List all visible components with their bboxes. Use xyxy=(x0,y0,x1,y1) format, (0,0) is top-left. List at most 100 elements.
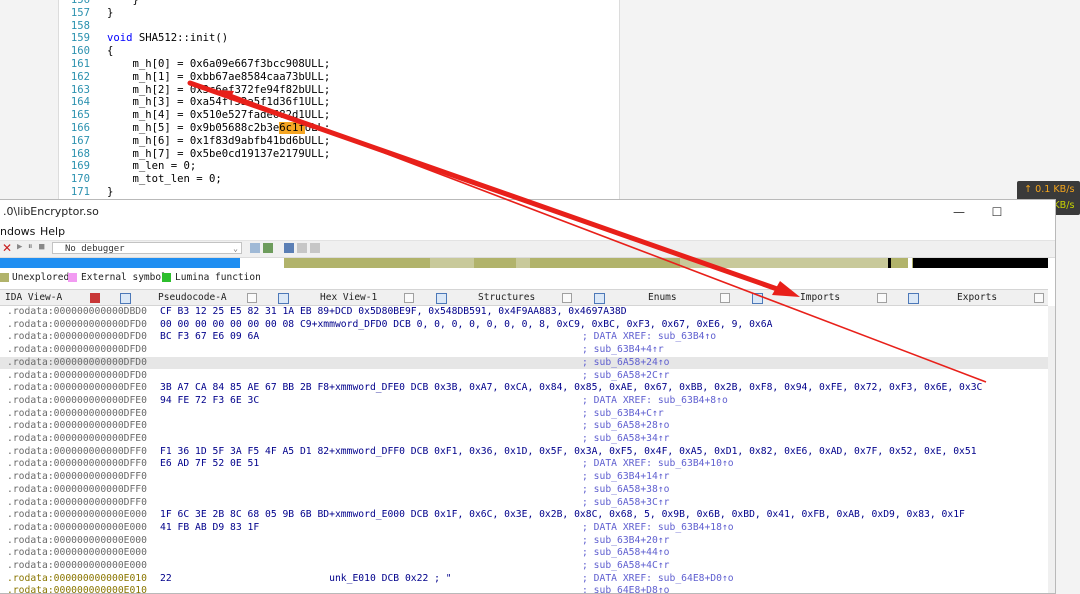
dropdown-arrow-icon: ⌄ xyxy=(233,244,238,253)
close-icon[interactable] xyxy=(247,293,257,303)
xref-comment[interactable]: ; sub_6A58+28↑o xyxy=(582,420,670,433)
instruction-bytes: F1 36 1D 5F 3A F5 4F A5 D1 82+xmmword_DF… xyxy=(160,445,977,457)
menu-windows[interactable]: ndows xyxy=(0,225,35,238)
line-number: 162 xyxy=(70,70,90,83)
listing-row[interactable]: .rodata:000000000000DFE0 ; sub_63B4+C↑r xyxy=(0,408,1048,421)
minimize-button[interactable]: — xyxy=(944,202,974,222)
toolbar-icon[interactable] xyxy=(250,243,260,253)
listing-row[interactable]: .rodata:000000000000E010 22 unk_E010 DCB … xyxy=(0,573,1048,586)
listing-row[interactable]: .rodata:000000000000DFF0 E6 AD 7F 52 0E 5… xyxy=(0,458,1048,471)
xref-comment[interactable]: ; sub_63B4+14↑r xyxy=(582,471,670,484)
tab-imports[interactable]: Imports xyxy=(800,290,840,305)
code-text: } xyxy=(107,186,113,199)
disassembly-listing[interactable]: .rodata:000000000000DBD0 CF B3 12 25 E5 8… xyxy=(0,306,1048,593)
xref-comment[interactable]: ; sub_6A58+2C↑r xyxy=(582,370,670,383)
address: .rodata:000000000000E000 xyxy=(7,521,147,533)
toolbar-icon[interactable] xyxy=(263,243,273,253)
keyword: void xyxy=(107,32,133,45)
play-icon[interactable]: ▶ xyxy=(17,242,22,252)
close-icon[interactable] xyxy=(562,293,572,303)
toolbar-icon[interactable] xyxy=(310,243,320,253)
address: .rodata:000000000000DFE0 xyxy=(7,420,147,432)
listing-row[interactable]: .rodata:000000000000DFD0 ; sub_63B4+4↑r xyxy=(0,344,1048,357)
code-segment: m_h[5] = 0x9b05688c2b3e xyxy=(107,122,280,134)
listing-row[interactable]: .rodata:000000000000E000 ; sub_6A58+44↑o xyxy=(0,547,1048,560)
listing-row[interactable]: .rodata:000000000000DFE0 ; sub_6A58+34↑r xyxy=(0,433,1048,446)
pause-icon[interactable]: ⏸ xyxy=(28,242,33,252)
xref-comment[interactable]: ; DATA XREF: sub_63B4↑o xyxy=(582,331,716,344)
listing-row[interactable]: .rodata:000000000000E000 ; sub_63B4+20↑r xyxy=(0,535,1048,548)
line-number: 157 xyxy=(70,6,90,19)
tab-icon xyxy=(436,293,447,304)
address: .rodata:000000000000E010 xyxy=(7,572,147,584)
line-number: 166 xyxy=(70,122,90,134)
listing-row[interactable]: .rodata:000000000000DFD0 BC F3 67 E6 09 6… xyxy=(0,331,1048,344)
close-icon[interactable] xyxy=(1034,293,1044,303)
listing-row[interactable]: .rodata:000000000000DFD0 00 00 00 00 00 0… xyxy=(0,319,1048,332)
xref-comment[interactable]: ; DATA XREF: sub_63B4+10↑o xyxy=(582,458,734,471)
listing-row[interactable]: .rodata:000000000000DFF0 ; sub_6A58+38↑o xyxy=(0,484,1048,497)
listing-row[interactable]: .rodata:000000000000DFE0 94 FE 72 F3 6E 3… xyxy=(0,395,1048,408)
instruction-bytes: BC F3 67 E6 09 6A xyxy=(160,331,260,343)
close-icon[interactable]: ✕ xyxy=(2,241,12,255)
menu-help[interactable]: Help xyxy=(40,225,65,238)
xref-comment[interactable]: ; DATA XREF: sub_63B4+8↑o xyxy=(582,395,728,408)
tab-exports[interactable]: Exports xyxy=(957,290,997,305)
xref-comment[interactable]: ; sub_6A58+34↑r xyxy=(582,433,670,446)
xref-comment[interactable]: ; sub_6A58+44↑o xyxy=(582,547,670,560)
listing-row[interactable]: .rodata:000000000000DFE0 ; sub_6A58+28↑o xyxy=(0,420,1048,433)
instruction-bytes: CF B3 12 25 E5 82 31 1A EB 89+DCD 0x5D80… xyxy=(160,306,627,317)
close-icon[interactable] xyxy=(877,293,887,303)
listing-row[interactable]: .rodata:000000000000DFE0 3B A7 CA 84 85 A… xyxy=(0,382,1048,395)
tab-icon xyxy=(594,293,605,304)
xref-comment[interactable]: ; sub_6A58+3C↑r xyxy=(582,497,670,510)
nav-band-marker xyxy=(888,258,891,268)
legend-swatch-unexplored xyxy=(0,273,9,282)
maximize-button[interactable]: ☐ xyxy=(982,202,1012,222)
legend: Unexplored External symbol Lumina functi… xyxy=(0,271,1055,285)
editor-page: 156 } 157} 158 159 void SHA512::init() 160{16… xyxy=(58,0,620,200)
xref-comment[interactable]: ; DATA XREF: sub_64E8+D0↑o xyxy=(582,573,734,586)
listing-row[interactable]: .rodata:000000000000E000 41 FB AB D9 83 1… xyxy=(0,522,1048,535)
close-icon[interactable] xyxy=(404,293,414,303)
xref-comment[interactable]: ; sub_6A58+4C↑r xyxy=(582,560,670,573)
xref-comment[interactable]: ; sub_63B4+C↑r xyxy=(582,408,664,421)
tab-ida-view-a[interactable]: IDA View-A xyxy=(5,290,62,305)
address: .rodata:000000000000E000 xyxy=(7,534,147,546)
navigation-band[interactable] xyxy=(0,258,1048,268)
listing-row[interactable]: .rodata:000000000000DBD0 CF B3 12 25 E5 8… xyxy=(0,306,1048,319)
toolbar: ✕ ▶ ⏸ ■ No debugger ⌄ xyxy=(0,240,1055,258)
code-segment: m_h[1] = 0xbb67ae8584caa73bULL; xyxy=(107,70,331,83)
listing-row[interactable]: .rodata:000000000000DFF0 F1 36 1D 5F 3A F… xyxy=(0,446,1048,459)
listing-row[interactable]: .rodata:000000000000DFF0 ; sub_6A58+3C↑r xyxy=(0,497,1048,510)
listing-row[interactable]: .rodata:000000000000DFD0 ; sub_6A58+2C↑r xyxy=(0,370,1048,383)
address: .rodata:000000000000DFE0 xyxy=(7,407,147,419)
toolbar-icon[interactable] xyxy=(284,243,294,253)
listing-row[interactable]: .rodata:000000000000E000 1F 6C 3E 2B 8C 6… xyxy=(0,509,1048,522)
tab-hex-view-1[interactable]: Hex View-1 xyxy=(320,290,377,305)
address: .rodata:000000000000DFD0 xyxy=(7,331,147,343)
toolbar-icon[interactable] xyxy=(297,243,307,253)
tab-icon xyxy=(278,293,289,304)
listing-row[interactable]: .rodata:000000000000E000 ; sub_6A58+4C↑r xyxy=(0,560,1048,573)
tab-enums[interactable]: Enums xyxy=(648,290,677,305)
close-icon[interactable] xyxy=(720,293,730,303)
debugger-select-value: No debugger xyxy=(65,244,125,254)
nav-band-code xyxy=(0,258,240,268)
tab-structures[interactable]: Structures xyxy=(478,290,535,305)
xref-comment[interactable]: ; DATA XREF: sub_63B4+18↑o xyxy=(582,522,734,535)
code-text: m_tot_len = 0; xyxy=(107,173,222,186)
tab-pseudocode-a[interactable]: Pseudocode-A xyxy=(158,290,227,305)
address: .rodata:000000000000DFD0 xyxy=(7,344,147,356)
xref-comment[interactable]: ; sub_63B4+20↑r xyxy=(582,535,670,548)
stop-icon[interactable]: ■ xyxy=(39,242,44,252)
listing-row[interactable]: .rodata:000000000000DFF0 ; sub_63B4+14↑r xyxy=(0,471,1048,484)
debugger-select[interactable]: No debugger ⌄ xyxy=(52,242,242,254)
close-icon[interactable] xyxy=(90,293,100,303)
xref-comment[interactable]: ; sub_6A58+24↑o xyxy=(582,357,670,370)
xref-comment[interactable]: ; sub_6A58+38↑o xyxy=(582,484,670,497)
xref-comment[interactable]: ; sub_63B4+4↑r xyxy=(582,344,664,357)
listing-row[interactable]: .rodata:000000000000DFD0 ; sub_6A58+24↑o xyxy=(0,356,1048,370)
vertical-scrollbar[interactable] xyxy=(1048,306,1055,593)
code-text: } xyxy=(107,0,139,7)
